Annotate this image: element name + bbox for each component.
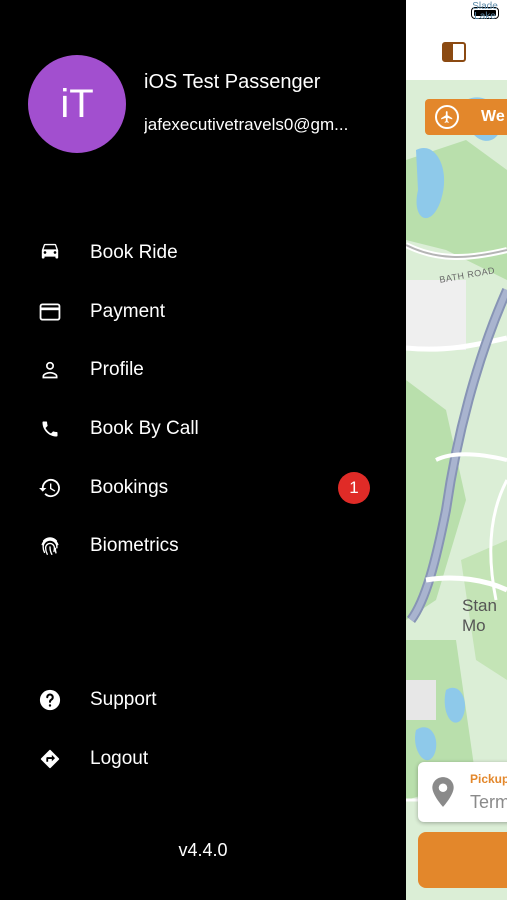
phone-icon (38, 417, 62, 441)
directions-icon (38, 747, 62, 771)
place-label: Stan Mo (462, 596, 497, 635)
menu-item-payment[interactable]: Payment (0, 287, 406, 337)
app-version: v4.4.0 (178, 840, 228, 860)
location-pin-icon (430, 776, 456, 812)
menu-label: Biometrics (90, 535, 179, 556)
menu-item-book-by-call[interactable]: Book By Call (0, 404, 406, 454)
menu-item-profile[interactable]: Profile (0, 345, 406, 395)
side-drawer: iT iOS Test Passenger jafexecutivetravel… (0, 0, 406, 900)
menu-label: Support (90, 689, 157, 710)
menu-item-biometrics[interactable]: Biometrics (0, 521, 406, 571)
help-icon (38, 688, 62, 712)
pickup-card[interactable]: Pickup Term (418, 762, 507, 822)
notification-badge: 1 (338, 472, 370, 504)
menu-item-support[interactable]: Support (0, 675, 406, 725)
drawer-toggle-icon[interactable] (442, 42, 466, 62)
fingerprint-icon (38, 534, 62, 558)
welcome-banner[interactable]: We (425, 99, 507, 135)
menu-label: Book Ride (90, 242, 178, 263)
credit-card-icon (38, 300, 62, 324)
menu-item-book-ride[interactable]: Book Ride (0, 228, 406, 278)
car-icon (38, 241, 62, 265)
user-name: iOS Test Passenger (144, 71, 321, 93)
banner-text: We (481, 108, 505, 125)
menu-label: Payment (90, 301, 165, 322)
menu-label: Book By Call (90, 418, 199, 439)
book-button[interactable] (418, 832, 507, 888)
menu-item-bookings[interactable]: Bookings 1 (0, 463, 406, 513)
menu-label: Profile (90, 359, 144, 380)
menu-label: Logout (90, 748, 149, 769)
user-email: jafexecutivetravels0@gm... (144, 115, 349, 134)
menu-item-logout[interactable]: Logout (0, 734, 406, 784)
history-icon (38, 476, 62, 500)
map-screen: Slade Lake BATH ROAD Stan Mo We Pickup T… (406, 0, 507, 900)
lake-label: Slade Lake (472, 1, 498, 22)
airplane-icon (435, 105, 459, 129)
menu-label: Bookings (90, 477, 169, 498)
pickup-value: Term (470, 792, 507, 812)
person-icon (38, 358, 62, 382)
pickup-label: Pickup (470, 772, 507, 786)
avatar[interactable]: iT (28, 55, 126, 153)
